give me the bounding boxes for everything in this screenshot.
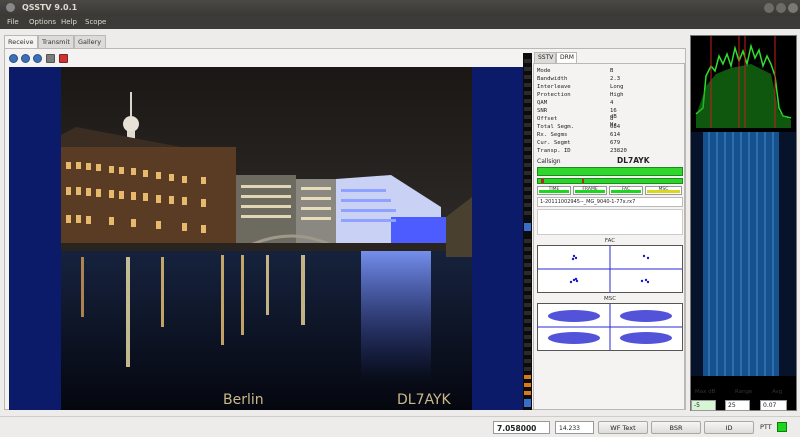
tab-transmit[interactable]: Transmit	[38, 35, 74, 48]
field-snr: SNR 16 dB	[537, 108, 617, 120]
field-bandwidth: Bandwidth 2.3	[537, 76, 621, 82]
tab-drm[interactable]: DRM	[556, 52, 577, 63]
drm-panel: SSTV DRM Mode B Bandwidth 2.3 Interleave Lo…	[533, 50, 686, 410]
field-offset: Offset 8 Hz	[537, 116, 617, 128]
fac-label: FAC	[604, 238, 616, 244]
indicator-frame: FRAME	[573, 186, 607, 195]
caption-left: Berlin	[223, 392, 264, 408]
indicator-fac: FAC	[609, 186, 643, 195]
max-db-label: Max dB	[695, 389, 716, 395]
tab-gallery[interactable]: Gallery	[74, 35, 106, 48]
signal-level-strip	[523, 53, 532, 410]
save-icon[interactable]	[46, 54, 55, 63]
field-current-segment: Cur. Segmt 679	[537, 140, 621, 146]
field-mode: Mode B	[537, 68, 614, 74]
title-bar: QSSTV 9.0.1	[0, 0, 800, 16]
maximize-button[interactable]	[776, 3, 786, 13]
spectrum-waterfall	[690, 35, 797, 411]
menu-file[interactable]: File	[7, 18, 19, 26]
indicator-time: TIME	[537, 186, 571, 195]
tab-receive[interactable]: Receive	[4, 35, 38, 48]
menu-options[interactable]: Options	[29, 18, 56, 26]
indicator-msc: MSC	[645, 186, 682, 195]
field-rx-segments: Rx. Segms 614	[537, 132, 621, 138]
max-db-input[interactable]: -5	[691, 400, 716, 411]
received-filename: 1-20111002945--_MG_9040-1-77x.rx7	[537, 197, 683, 207]
field-total-segments: Total Segm. 684	[537, 124, 621, 130]
erase-icon[interactable]	[59, 54, 68, 63]
ptt-indicator	[777, 422, 787, 432]
tab-sstv[interactable]: SSTV	[534, 52, 556, 63]
status-bar: 7.058000 14.233 WF Text BSR ID PTT	[0, 416, 800, 437]
spectrum-labels: Max dB Range Avg	[690, 389, 797, 397]
avg-input[interactable]: 0.07	[760, 400, 787, 411]
fac-constellation	[537, 245, 683, 293]
close-button[interactable]	[788, 3, 798, 13]
berlin-night-photo: Berlin DL7AYK	[61, 67, 472, 410]
msc-label: MSC	[603, 296, 617, 302]
window-title: QSSTV 9.0.1	[22, 3, 78, 12]
back-icon[interactable]	[21, 54, 30, 63]
level-marker	[524, 223, 531, 231]
app-icon	[6, 3, 15, 12]
avg-label: Avg	[772, 389, 783, 395]
field-protection: Protection High	[537, 92, 624, 98]
stop-icon[interactable]	[33, 54, 42, 63]
field-qam: QAM 4	[537, 100, 614, 106]
file-list-area[interactable]	[537, 209, 683, 235]
wf-text-button[interactable]: WF Text	[598, 421, 648, 434]
received-image: Berlin DL7AYK	[9, 67, 524, 410]
callsign-row: Callsign DL7AYK	[537, 156, 684, 165]
segment-progress-bar	[537, 178, 683, 184]
range-label: Range	[735, 389, 753, 395]
id-button[interactable]: ID	[704, 421, 754, 434]
menu-scope[interactable]: Scope	[85, 18, 106, 26]
minimize-button[interactable]	[764, 3, 774, 13]
main-area: Receive Transmit Gallery Berlin DL7AYK S…	[0, 29, 800, 437]
sync-bar	[537, 167, 683, 176]
menu-bar: File Options Help Scope	[0, 16, 800, 29]
callsign-label: Callsign	[537, 158, 561, 165]
ptt-label: PTT	[760, 423, 772, 431]
help-icon[interactable]	[9, 54, 18, 63]
mode-spinbox[interactable]: 14.233	[555, 421, 594, 434]
msc-constellation	[537, 303, 683, 351]
bsr-button[interactable]: BSR	[651, 421, 701, 434]
range-input[interactable]: 25	[725, 400, 750, 411]
field-transport-id: Transp. ID 23820	[537, 148, 627, 154]
field-interleave: Interleave Long	[537, 84, 624, 90]
caption-right: DL7AYK	[397, 392, 452, 408]
frequency-display: 7.058000	[493, 421, 550, 434]
menu-help[interactable]: Help	[61, 18, 77, 26]
drm-status-body: Mode B Bandwidth 2.3 Interleave Long Protec…	[533, 63, 685, 410]
callsign-value: DL7AYK	[617, 156, 650, 165]
